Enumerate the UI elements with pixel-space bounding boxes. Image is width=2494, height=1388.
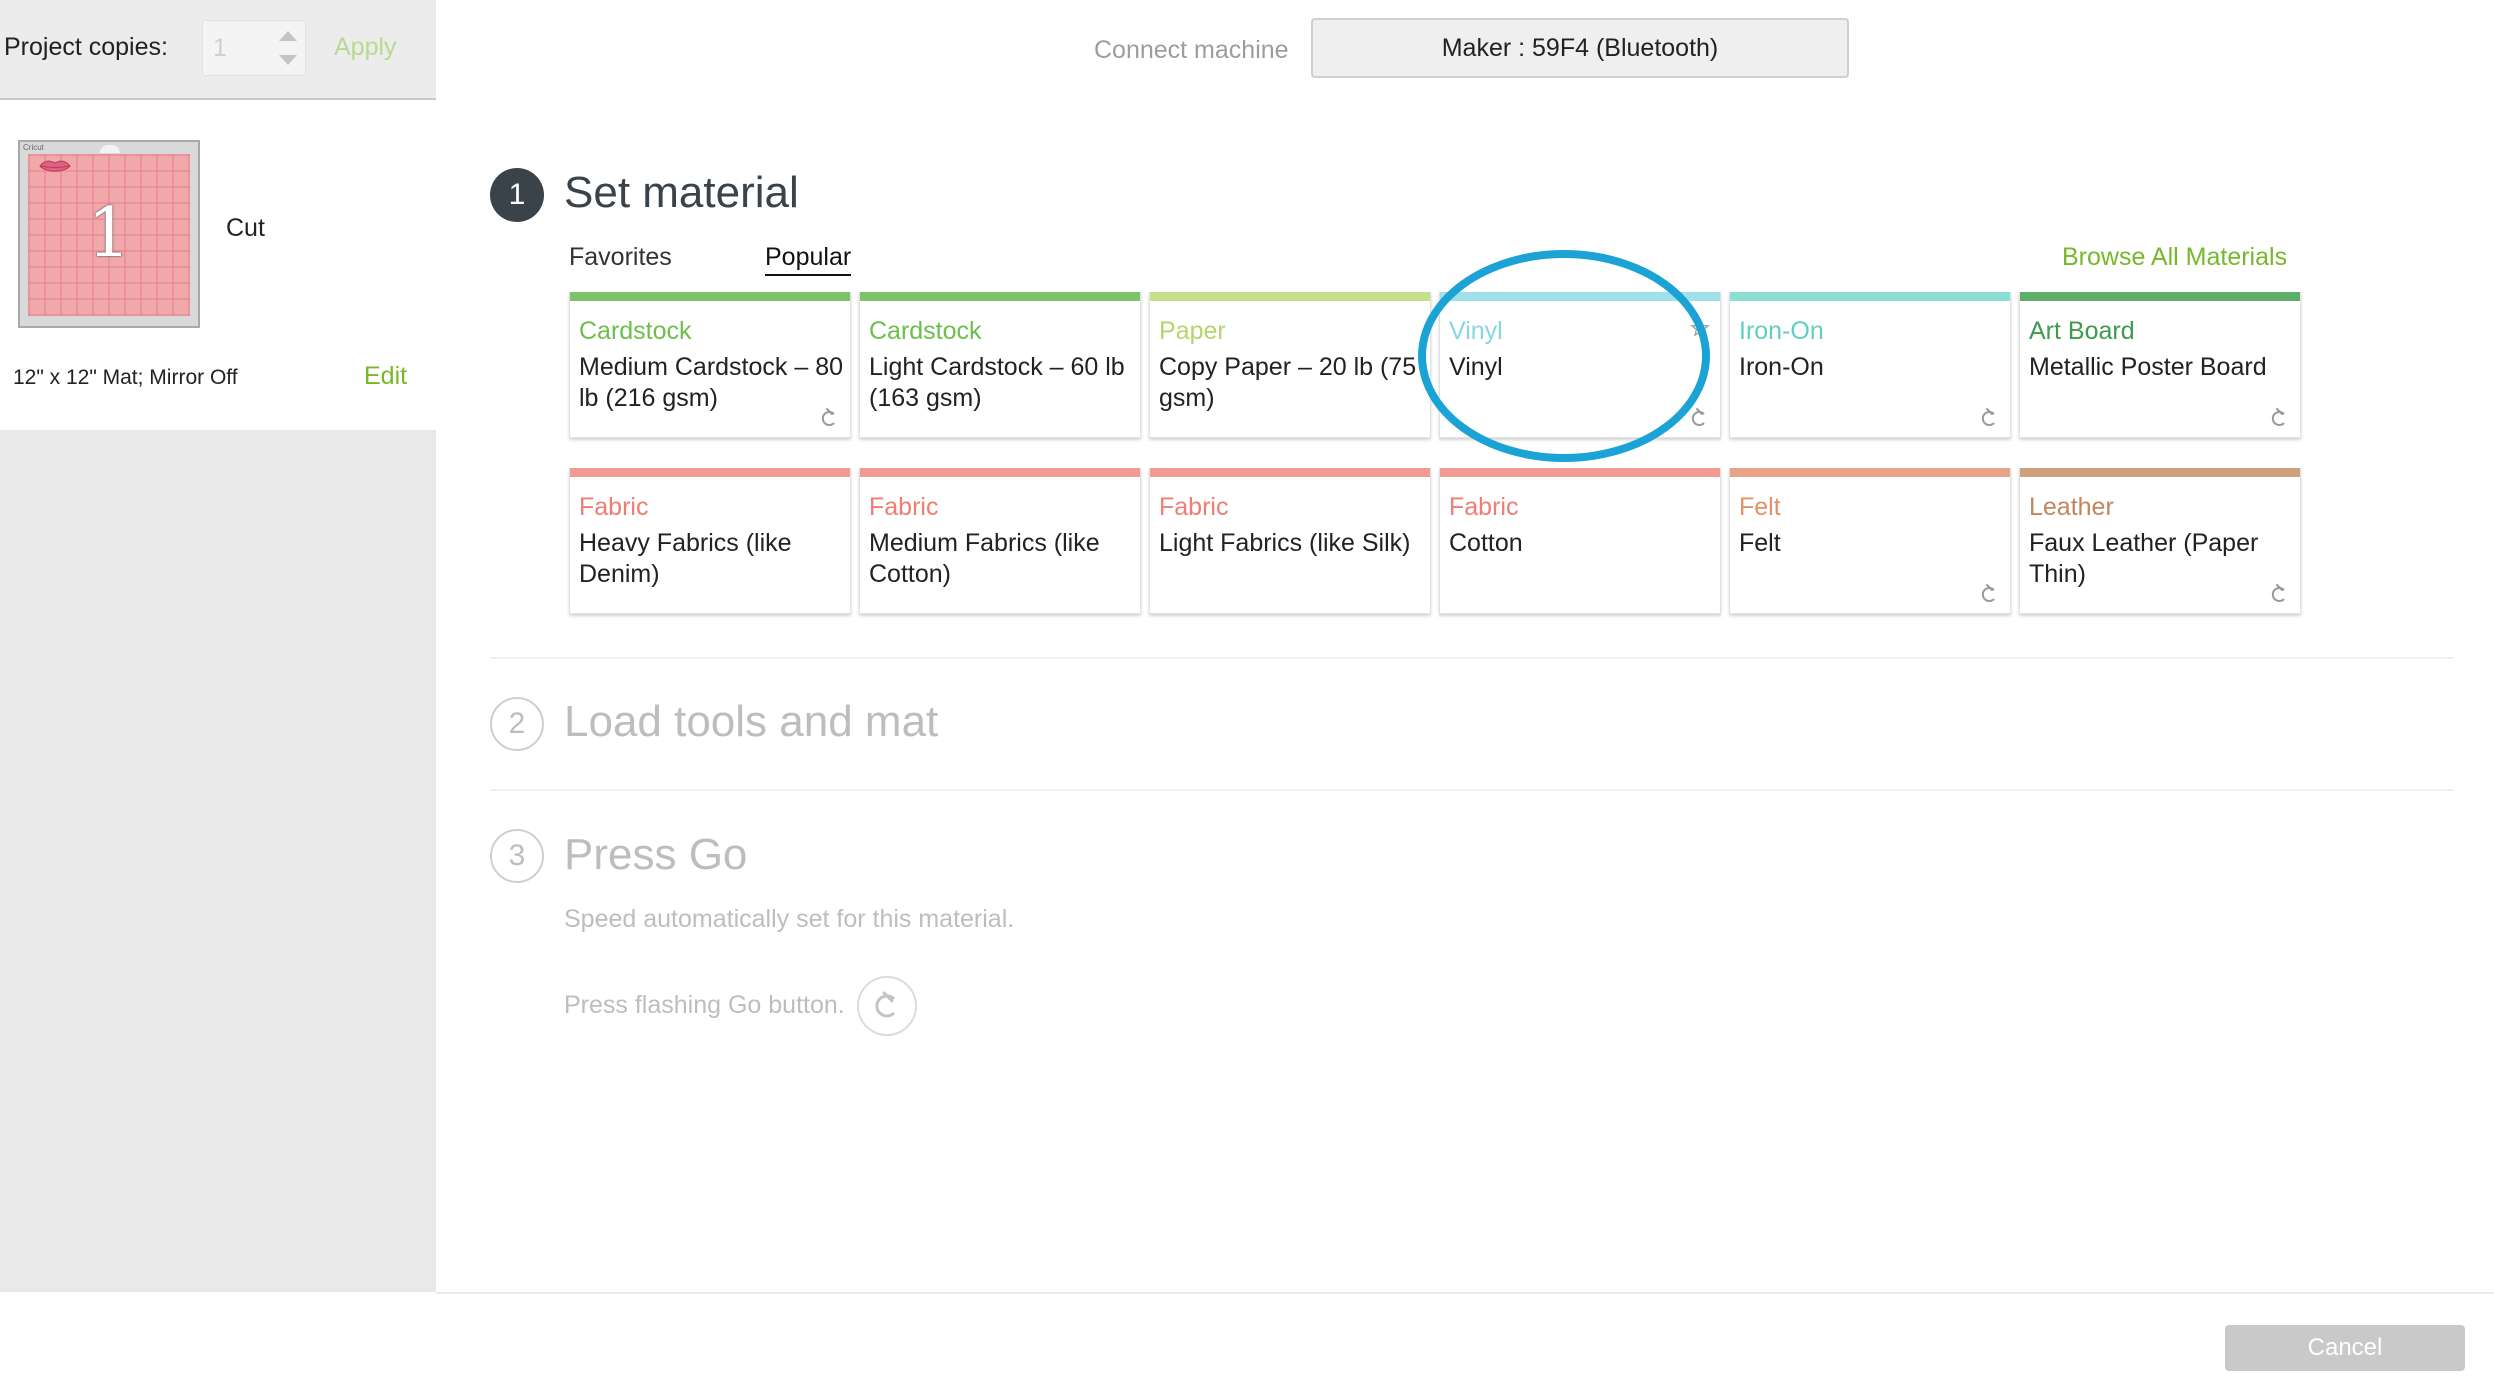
cricut-c-icon [1978,583,2000,605]
footer: Cancel [436,1292,2494,1388]
material-card[interactable]: Fabric Light Fabrics (like Silk) [1149,468,1431,614]
material-category: Fabric [579,493,649,521]
step-3-badge: 3 [490,829,544,883]
machine-select-button[interactable]: Maker : 59F4 (Bluetooth) [1311,18,1849,78]
material-color-bar [1440,292,1720,301]
mat-info: 12" x 12" Mat; Mirror Off [13,366,238,389]
material-color-bar [2020,468,2300,477]
material-color-bar [2020,292,2300,301]
material-card[interactable]: Fabric Medium Fabrics (like Cotton) [859,468,1141,614]
cricut-c-icon [2268,407,2290,429]
material-color-bar [1150,292,1430,301]
material-name: Felt [1739,529,1781,557]
material-category: Felt [1739,493,1781,521]
material-color-bar [570,292,850,301]
mat-action-label: Cut [226,214,265,242]
go-button-icon [857,976,917,1036]
mat-brand-label: Cricut [23,143,44,152]
material-name: Vinyl [1449,353,1503,381]
material-category: Fabric [869,493,939,521]
edit-mat-button[interactable]: Edit [364,362,407,391]
cricut-c-icon [818,407,840,429]
project-copies-bar: Project copies: 1 Apply [0,0,436,100]
material-name: Cotton [1449,529,1523,557]
browse-all-materials-link[interactable]: Browse All Materials [2062,243,2287,272]
material-category: Cardstock [869,317,982,345]
tab-favorites[interactable]: Favorites [569,243,672,272]
mat-number: 1 [87,194,131,273]
material-card[interactable]: Leather Faux Leather (Paper Thin) [2019,468,2301,614]
material-name: Light Cardstock – 60 lb (163 gsm) [869,353,1125,412]
cricut-c-icon [1978,407,2000,429]
lips-design-icon [39,160,71,172]
cancel-button[interactable]: Cancel [2225,1325,2465,1371]
tab-popular[interactable]: Popular [765,243,852,276]
material-category: Cardstock [579,317,692,345]
section-divider [490,657,2454,659]
material-card[interactable]: Fabric Cotton [1439,468,1721,614]
mat-panel: Cricut 1 Cut 12" x 12" Mat; Mirror Off E… [0,100,436,430]
material-name: Copy Paper – 20 lb (75 gsm) [1159,353,1417,412]
project-copies-label: Project copies: [4,33,168,61]
project-copies-stepper[interactable]: 1 [202,20,306,76]
cricut-c-icon [2268,583,2290,605]
press-go-note: Press flashing Go button. [564,991,845,1019]
material-color-bar [1730,468,2010,477]
stepper-up-icon[interactable] [279,31,297,41]
material-category: Art Board [2029,317,2135,345]
material-name: Faux Leather (Paper Thin) [2029,529,2259,588]
apply-button[interactable]: Apply [334,33,397,62]
material-category: Leather [2029,493,2114,521]
material-category: Vinyl [1449,317,1503,345]
favorite-star-icon[interactable] [1690,318,1710,338]
material-name: Heavy Fabrics (like Denim) [579,529,792,588]
material-card[interactable]: Fabric Heavy Fabrics (like Denim) [569,468,851,614]
mat-thumbnail[interactable]: Cricut 1 [18,140,200,328]
sidebar-footer [0,1292,436,1386]
material-color-bar [1150,468,1430,477]
sidebar: Project copies: 1 Apply Cricut 1 Cut 12"… [0,0,436,1292]
material-card[interactable]: Vinyl Vinyl [1439,292,1721,438]
stepper-down-icon[interactable] [279,55,297,65]
mat-logo-tab [100,145,120,153]
material-category: Paper [1159,317,1226,345]
material-color-bar [1730,292,2010,301]
material-name: Metallic Poster Board [2029,353,2267,381]
speed-note: Speed automatically set for this materia… [564,905,1015,933]
step-1-badge: 1 [490,168,544,222]
connect-machine-label: Connect machine [1094,36,1289,64]
material-card[interactable]: Paper Copy Paper – 20 lb (75 gsm) [1149,292,1431,438]
step-2-title: Load tools and mat [564,697,939,746]
material-card[interactable]: Art Board Metallic Poster Board [2019,292,2301,438]
material-color-bar [860,468,1140,477]
cricut-c-icon [1688,407,1710,429]
material-card[interactable]: Cardstock Medium Cardstock – 80 lb (216 g… [569,292,851,438]
material-color-bar [570,468,850,477]
material-name: Iron-On [1739,353,1824,381]
material-card[interactable]: Felt Felt [1729,468,2011,614]
material-card[interactable]: Iron-On Iron-On [1729,292,2011,438]
step-3-title: Press Go [564,830,748,879]
mat-grid: 1 [28,154,190,316]
material-card[interactable]: Cardstock Light Cardstock – 60 lb (163 gs… [859,292,1141,438]
material-category: Iron-On [1739,317,1824,345]
section-divider [490,789,2454,791]
material-color-bar [860,292,1140,301]
cricut-c-icon [875,991,896,1018]
material-category: Fabric [1159,493,1229,521]
material-category: Fabric [1449,493,1519,521]
material-name: Medium Fabrics (like Cotton) [869,529,1100,588]
step-1-title: Set material [564,168,799,217]
material-color-bar [1440,468,1720,477]
material-name: Light Fabrics (like Silk) [1159,529,1411,557]
project-copies-value: 1 [213,34,227,62]
step-2-badge: 2 [490,697,544,751]
material-name: Medium Cardstock – 80 lb (216 gsm) [579,353,844,412]
